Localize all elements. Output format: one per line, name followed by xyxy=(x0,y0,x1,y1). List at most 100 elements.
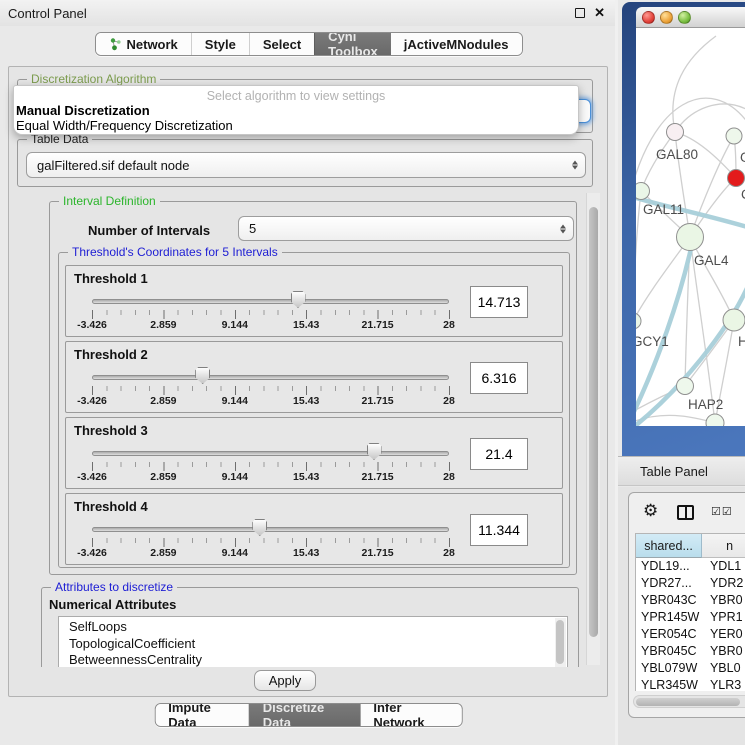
scrollbar-thumb[interactable] xyxy=(636,698,740,706)
cell[interactable]: YBR0 xyxy=(702,643,745,660)
tab-label: Discretize Data xyxy=(263,703,348,727)
node-gal4[interactable] xyxy=(677,224,704,251)
threshold-1-value-field[interactable]: 14.713 xyxy=(470,286,528,318)
apply-button[interactable]: Apply xyxy=(254,670,316,691)
table-row[interactable]: YBR045CYBR0 xyxy=(636,643,745,660)
cell[interactable]: YBR045C xyxy=(636,643,702,660)
tab-infer-network[interactable]: Infer Network xyxy=(360,704,461,726)
numerical-attributes-list[interactable]: SelfLoops TopologicalCoefficient Between… xyxy=(58,616,568,667)
close-traffic-light-icon[interactable] xyxy=(642,11,655,24)
list-scrollbar[interactable] xyxy=(555,618,566,667)
tab-impute-data[interactable]: Impute Data xyxy=(155,704,249,726)
threshold-3-slider-track[interactable] xyxy=(92,451,449,456)
node-gcy1[interactable] xyxy=(636,313,641,329)
network-window-titlebar[interactable] xyxy=(636,7,745,28)
threshold-2-slider-track[interactable] xyxy=(92,375,449,380)
threshold-4-value-field[interactable]: 11.344 xyxy=(470,514,528,546)
cell[interactable]: YBR043C xyxy=(636,592,702,609)
network-icon xyxy=(108,37,121,51)
column-header-name[interactable]: n xyxy=(702,534,745,558)
columns-icon[interactable] xyxy=(677,505,694,520)
tick-label: 2.859 xyxy=(137,471,189,483)
list-item[interactable]: SelfLoops xyxy=(59,617,567,636)
threshold-2-slider-thumb[interactable] xyxy=(195,367,210,384)
node-label-c: C xyxy=(741,187,745,202)
tab-jactivemnodules[interactable]: jActiveMNodules xyxy=(391,33,522,55)
cell[interactable]: YLR3 xyxy=(702,677,745,691)
dropdown-option-equal-width-frequency[interactable]: Equal Width/Frequency Discretization xyxy=(16,118,233,133)
threshold-1-slider-thumb[interactable] xyxy=(291,291,306,308)
table-data-combobox[interactable]: galFiltered.sif default node xyxy=(26,152,586,178)
table-row[interactable]: YDL19...YDL1 xyxy=(636,558,745,575)
node-bottom[interactable] xyxy=(706,414,724,426)
scrollbar-thumb[interactable] xyxy=(589,207,598,637)
gear-icon[interactable]: ⚙ xyxy=(643,501,658,521)
table-horizontal-scrollbar[interactable] xyxy=(633,695,745,708)
tab-discretize-data[interactable]: Discretize Data xyxy=(249,704,361,726)
tick-label: 28 xyxy=(423,319,475,331)
control-panel: Control Panel ✕ Network Style Select Cyn… xyxy=(0,0,618,745)
cell[interactable]: YPR1 xyxy=(702,609,745,626)
cell[interactable]: YBR0 xyxy=(702,592,745,609)
threshold-4-slider-thumb[interactable] xyxy=(252,519,267,536)
tab-style[interactable]: Style xyxy=(191,33,249,55)
node-selected-red[interactable] xyxy=(728,170,745,187)
node-gal11[interactable] xyxy=(636,183,650,200)
threshold-4-slider-track[interactable] xyxy=(92,527,449,532)
table-row[interactable]: YBR043CYBR0 xyxy=(636,592,745,609)
select-columns-checkboxes-icon[interactable]: ☑☑ xyxy=(711,505,733,518)
list-item[interactable]: TopologicalCoefficient xyxy=(59,636,567,653)
float-panel-icon[interactable] xyxy=(575,8,585,18)
cell[interactable]: YBL0 xyxy=(702,660,745,677)
node-h[interactable] xyxy=(723,309,745,331)
node-attribute-table[interactable]: shared... n YDL19...YDL1 YDR27...YDR2 YB… xyxy=(635,533,745,691)
cell[interactable]: YDL1 xyxy=(702,558,745,575)
cell[interactable]: YBL079W xyxy=(636,660,702,677)
top-tab-bar: Network Style Select Cyni Toolbox jActiv… xyxy=(94,32,522,56)
scrollbar-thumb[interactable] xyxy=(556,620,564,664)
cell[interactable]: YER054C xyxy=(636,626,702,643)
tab-label: Cyni Toolbox xyxy=(328,32,378,56)
node-hap2[interactable] xyxy=(677,378,694,395)
cell[interactable]: YDR2 xyxy=(702,575,745,592)
node-label-g: G xyxy=(740,150,745,165)
cell[interactable]: YER0 xyxy=(702,626,745,643)
cell[interactable]: YDL19... xyxy=(636,558,702,575)
network-view-canvas[interactable]: GAL80 G GAL11 C GAL4 GCY1 H HAP2 xyxy=(636,28,745,426)
group-title: Threshold's Coordinates for 5 Intervals xyxy=(68,245,282,259)
table-row[interactable]: YER054CYER0 xyxy=(636,626,745,643)
minimize-traffic-light-icon[interactable] xyxy=(660,11,673,24)
column-header-shared[interactable]: shared... xyxy=(636,534,702,558)
table-row[interactable]: YPR145WYPR1 xyxy=(636,609,745,626)
cell[interactable]: YPR145W xyxy=(636,609,702,626)
tick-label: 2.859 xyxy=(137,319,189,331)
tab-select[interactable]: Select xyxy=(249,33,314,55)
list-item[interactable]: BetweennessCentrality xyxy=(59,652,567,667)
table-row[interactable]: YBL079WYBL0 xyxy=(636,660,745,677)
tab-label: Style xyxy=(205,37,236,52)
tick-label: 21.715 xyxy=(352,319,404,331)
table-row[interactable]: YLR345WYLR3 xyxy=(636,677,745,691)
tick-label: 15.43 xyxy=(280,547,332,559)
number-of-intervals-combobox[interactable]: 5 xyxy=(238,216,574,241)
threshold-label: Threshold 1 xyxy=(74,271,148,286)
tick-label: 2.859 xyxy=(137,395,189,407)
tick-label: 9.144 xyxy=(209,471,261,483)
threshold-3-value-field[interactable]: 21.4 xyxy=(470,438,528,470)
threshold-3-slider-thumb[interactable] xyxy=(367,443,382,460)
node-gal80[interactable] xyxy=(667,124,684,141)
cell[interactable]: YDR27... xyxy=(636,575,702,592)
threshold-2-value-field[interactable]: 6.316 xyxy=(470,362,528,394)
zoom-traffic-light-icon[interactable] xyxy=(678,11,691,24)
node-top-right[interactable] xyxy=(726,128,742,144)
table-row[interactable]: YDR27...YDR2 xyxy=(636,575,745,592)
stepper-arrows-icon xyxy=(572,161,578,170)
tab-cyni-toolbox[interactable]: Cyni Toolbox xyxy=(314,33,391,55)
tab-network[interactable]: Network xyxy=(95,33,190,55)
threshold-1-slider-track[interactable] xyxy=(92,299,449,304)
dropdown-option-manual-discretization[interactable]: Manual Discretization xyxy=(16,103,150,118)
close-icon[interactable]: ✕ xyxy=(594,5,605,21)
cell[interactable]: YLR345W xyxy=(636,677,702,691)
settings-scrollbar[interactable] xyxy=(586,193,600,665)
table-panel-header: Table Panel xyxy=(618,456,745,486)
